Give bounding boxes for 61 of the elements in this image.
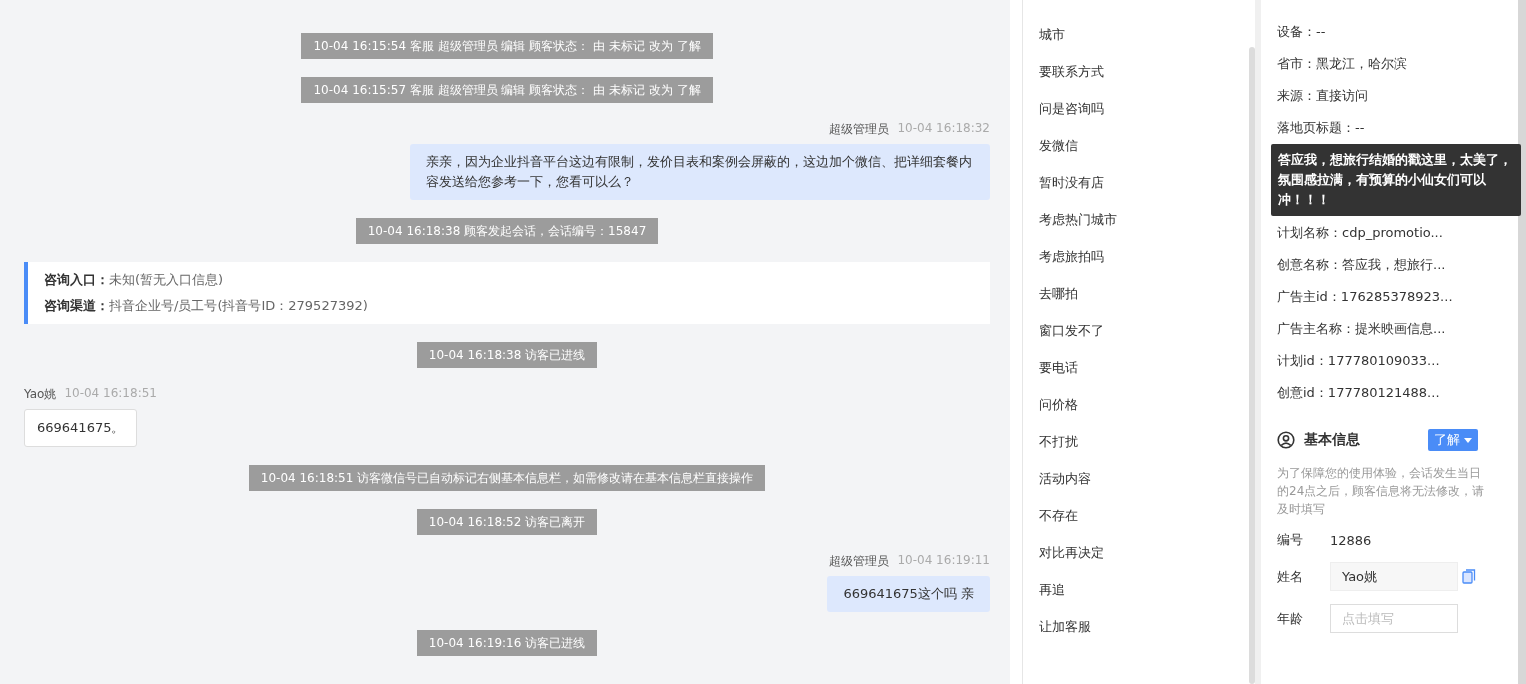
caret-icon bbox=[1464, 437, 1472, 443]
quick-reply-item[interactable]: 暂时没有店 bbox=[1039, 173, 1104, 192]
detail-row-text: 计划名称：cdp_promotio... bbox=[1277, 224, 1443, 242]
system-notice: 10-04 16:15:54 客服 超级管理员 编辑 顾客状态： 由 未标记 改为 了解 bbox=[301, 33, 713, 59]
input-field[interactable]: Yao姚 bbox=[1330, 562, 1458, 591]
field-value: 12886 bbox=[1330, 532, 1372, 548]
quick-reply-item[interactable]: 考虑旅拍吗 bbox=[1039, 247, 1104, 266]
system-notice: 10-04 16:18:38 顾客发起会话，会话编号：15847 bbox=[355, 218, 659, 244]
message-bubble: 669641675这个吗 亲 bbox=[827, 576, 990, 612]
quick-reply-item[interactable]: 再追 bbox=[1039, 580, 1065, 599]
message-bubble: 亲亲，因为企业抖音平台这边有限制，发价目表和案例会屏蔽的，这边加个微信、把详细套餐内容发送给您参考一下，您看可以么？ bbox=[410, 144, 990, 200]
detail-row-text: 省市：黑龙江，哈尔滨 bbox=[1277, 55, 1407, 73]
field-label: 编号 bbox=[1277, 531, 1304, 549]
quick-reply-item[interactable]: 要电话 bbox=[1039, 358, 1078, 377]
system-notice: 10-04 16:15:57 客服 超级管理员 编辑 顾客状态： 由 未标记 改为 了解 bbox=[301, 77, 713, 103]
sender-name: 超级管理员 bbox=[829, 553, 890, 570]
detail-row-text: 创意id：177780121488... bbox=[1277, 384, 1440, 402]
detail-row-text: 来源：直接访问 bbox=[1277, 87, 1368, 105]
info-label: 咨询入口： bbox=[44, 271, 109, 289]
quick-reply-item[interactable]: 活动内容 bbox=[1039, 469, 1091, 488]
quick-reply-item[interactable]: 对比再决定 bbox=[1039, 543, 1104, 562]
detail-row-text: 计划id：177780109033... bbox=[1277, 352, 1440, 370]
info-value: 未知(暂无入口信息) bbox=[109, 271, 224, 289]
sender-name: 超级管理员 bbox=[829, 121, 890, 138]
scrollbar[interactable] bbox=[1518, 0, 1526, 684]
user-circle-icon bbox=[1277, 431, 1295, 449]
system-notice: 10-04 16:18:38 访客已进线 bbox=[416, 342, 598, 368]
info-value: 抖音企业号/员工号(抖音号ID：279527392) bbox=[109, 297, 368, 315]
field-label: 年龄 bbox=[1277, 609, 1304, 628]
quick-reply-item[interactable]: 城市 bbox=[1039, 25, 1065, 44]
quick-reply-item[interactable]: 问是咨询吗 bbox=[1039, 99, 1104, 118]
quick-reply-item[interactable]: 不存在 bbox=[1039, 506, 1078, 525]
scrollbar[interactable] bbox=[1249, 47, 1255, 684]
notice-text: 为了保障您的使用体验，会话发生当日的24点之后，顾客信息将无法修改，请及时填写 bbox=[1277, 465, 1486, 518]
message-time: 10-04 16:18:51 bbox=[64, 386, 157, 402]
quick-reply-item[interactable]: 发微信 bbox=[1039, 136, 1078, 155]
quick-reply-item[interactable]: 去哪拍 bbox=[1039, 284, 1078, 303]
detail-row-text: 广告主id：176285378923... bbox=[1277, 288, 1453, 306]
field-label: 姓名 bbox=[1277, 567, 1304, 586]
quick-reply-item[interactable]: 让加客服 bbox=[1039, 617, 1091, 636]
detail-row-text: 设备：-- bbox=[1277, 23, 1326, 41]
tooltip: 答应我，想旅行结婚的戳这里，太美了，氛围感拉满，有预算的小仙女们可以冲！！！ bbox=[1271, 144, 1521, 216]
quick-reply-item[interactable]: 窗口发不了 bbox=[1039, 321, 1104, 340]
quick-reply-item[interactable]: 要联系方式 bbox=[1039, 62, 1104, 81]
sender-name: Yao姚 bbox=[24, 386, 57, 403]
message-bubble: 669641675。 bbox=[24, 409, 138, 447]
system-notice: 10-04 16:18:51 访客微信号已自动标记右侧基本信息栏，如需修改请在基本信息栏直接操作 bbox=[248, 465, 766, 491]
message-time: 10-04 16:18:32 bbox=[897, 121, 990, 137]
input-field[interactable]: 点击填写 bbox=[1330, 604, 1458, 633]
quick-reply-item[interactable]: 不打扰 bbox=[1039, 432, 1078, 451]
system-notice: 10-04 16:19:16 访客已进线 bbox=[416, 630, 598, 656]
message-time: 10-04 16:19:11 bbox=[897, 553, 990, 569]
detail-row-text: 创意名称：答应我，想旅行... bbox=[1277, 256, 1446, 274]
quick-reply-item[interactable]: 考虑热门城市 bbox=[1039, 210, 1117, 229]
detail-row-text: 广告主名称：提米映画信息... bbox=[1277, 320, 1446, 338]
quick-reply-item[interactable]: 问价格 bbox=[1039, 395, 1078, 414]
info-label: 咨询渠道： bbox=[44, 297, 109, 315]
copy-icon[interactable] bbox=[1462, 569, 1476, 584]
section-title: 基本信息 bbox=[1304, 431, 1360, 449]
system-notice: 10-04 16:18:52 访客已离开 bbox=[416, 509, 598, 535]
detail-row-text: 落地页标题：-- bbox=[1277, 119, 1365, 137]
